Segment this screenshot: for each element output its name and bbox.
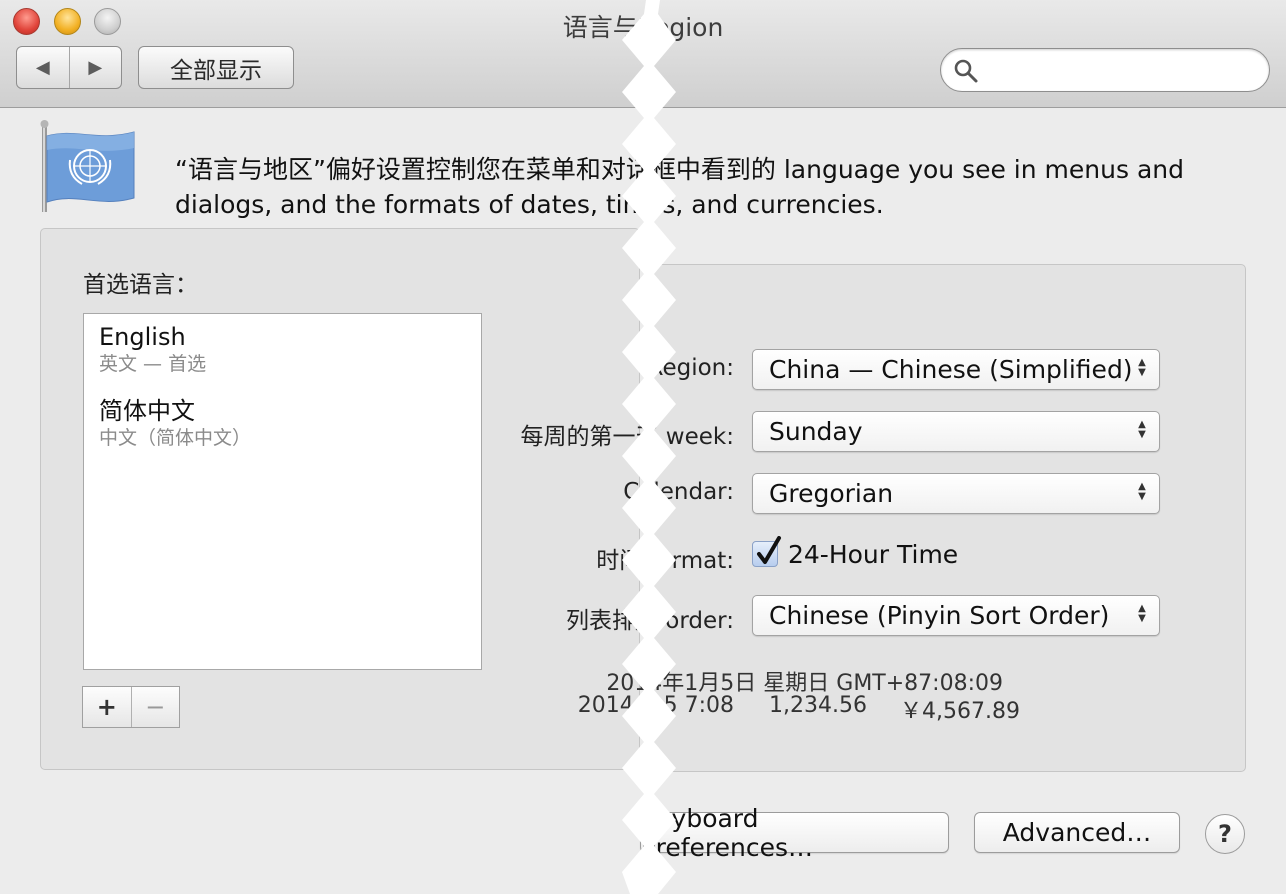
- language-name: 简体中文: [99, 397, 195, 425]
- un-flag-icon: [36, 118, 140, 220]
- show-all-button[interactable]: 全部显示: [138, 46, 294, 89]
- add-remove-control: + −: [82, 686, 180, 728]
- add-language-button[interactable]: +: [83, 687, 132, 727]
- list-item[interactable]: English 英文 — 首选: [84, 314, 481, 388]
- list-item[interactable]: 简体中文 中文（简体中文）: [84, 388, 481, 462]
- language-list[interactable]: English 英文 — 首选 简体中文 中文（简体中文）: [83, 313, 482, 670]
- back-button[interactable]: ◀: [17, 47, 70, 88]
- calendar-popup[interactable]: Gregorian ▲ ▼: [752, 473, 1160, 514]
- number-sample: 1,234.56: [769, 693, 867, 718]
- currency-sample: ￥4,567.89: [900, 699, 1020, 724]
- help-button[interactable]: ?: [1205, 814, 1245, 854]
- search-field[interactable]: [940, 48, 1270, 92]
- back-arrow-icon: ◀: [35, 57, 50, 78]
- list-sort-value: Chinese (Pinyin Sort Order): [769, 601, 1110, 630]
- checkmark-icon: [757, 536, 781, 564]
- keyboard-preferences-button[interactable]: Keyboard Preferences…: [640, 804, 949, 862]
- navigation-segmented-control: ◀ ▶: [16, 46, 122, 89]
- region-popup[interactable]: China — Chinese (Simplified) ▲ ▼: [752, 349, 1160, 390]
- list-sort-popup[interactable]: Chinese (Pinyin Sort Order) ▲ ▼: [752, 595, 1160, 636]
- forward-arrow-icon: ▶: [88, 57, 103, 78]
- remove-language-button[interactable]: −: [132, 687, 180, 727]
- up-down-arrows-icon: ▲ ▼: [1138, 419, 1146, 440]
- up-down-arrows-icon: ▲ ▼: [1138, 357, 1146, 378]
- tear-overlay: [622, 0, 676, 894]
- first-day-value: Sunday: [769, 417, 863, 446]
- language-name: English: [99, 323, 186, 351]
- up-down-arrows-icon: ▲ ▼: [1138, 603, 1146, 624]
- region-value: China — Chinese (Simplified): [769, 355, 1133, 384]
- pane-description: “语言与地区”偏好设置控制您在菜单和对话框中看到的 language you s…: [175, 155, 1184, 219]
- 24-hour-time-label[interactable]: 24-Hour Time: [788, 540, 958, 569]
- first-day-popup[interactable]: Sunday ▲ ▼: [752, 411, 1160, 452]
- language-subtitle: 中文（简体中文）: [99, 427, 252, 449]
- language-subtitle: 英文 — 首选: [99, 353, 207, 375]
- 24-hour-time-checkbox[interactable]: [752, 536, 781, 567]
- advanced-button[interactable]: Advanced…: [974, 812, 1180, 853]
- magnifier-icon: [954, 59, 978, 83]
- search-input[interactable]: [985, 55, 1255, 85]
- forward-button[interactable]: ▶: [70, 47, 122, 88]
- up-down-arrows-icon: ▲ ▼: [1138, 481, 1146, 502]
- preferred-languages-label: 首选语言：: [83, 272, 198, 298]
- calendar-value: Gregorian: [769, 479, 894, 508]
